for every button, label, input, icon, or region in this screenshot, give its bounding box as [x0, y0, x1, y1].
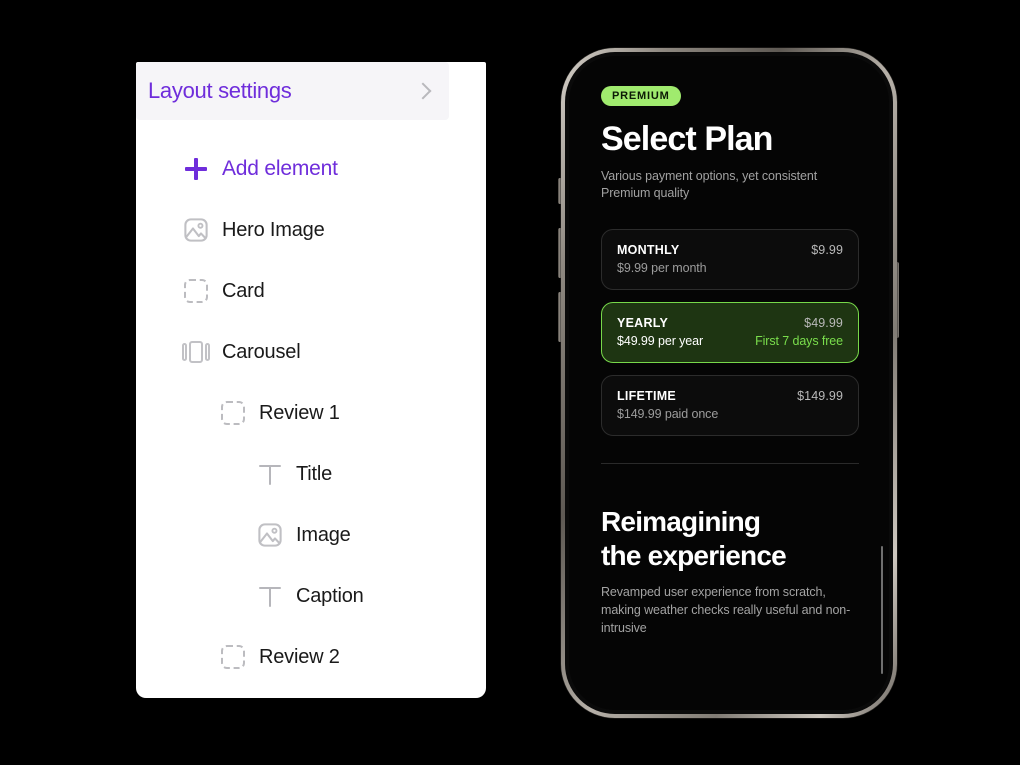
- feature-heading-line-2: the experience: [601, 540, 787, 572]
- plan-card-lifetime[interactable]: LIFETIME $149.99 $149.99 paid once: [601, 375, 859, 436]
- dashed-box-icon: [219, 399, 247, 427]
- dashed-box-icon: [182, 277, 210, 305]
- layer-label: Carousel: [222, 340, 301, 363]
- vertical-scrollbar[interactable]: [880, 546, 883, 674]
- plan-note: First 7 days free: [755, 334, 843, 348]
- page-subtitle: Various payment options, yet consistent …: [601, 169, 818, 200]
- phone-bezel: PREMIUM Select Plan Various payment opti…: [565, 52, 893, 714]
- text-icon: [256, 460, 284, 488]
- screenshot-stage: Layout settings Add element Hero Image C…: [0, 0, 1020, 765]
- plan-card-monthly[interactable]: MONTHLY $9.99 $9.99 per month: [601, 229, 859, 290]
- layer-label: Image: [296, 523, 351, 546]
- layer-item-hero-image[interactable]: Hero Image: [182, 205, 325, 255]
- plan-name: LIFETIME: [617, 389, 676, 403]
- phone-mockup: PREMIUM Select Plan Various payment opti…: [561, 48, 897, 718]
- page-title: Select Plan: [601, 120, 773, 158]
- feature-heading: Reimagining the experience: [601, 505, 859, 573]
- add-element-button[interactable]: Add element: [182, 144, 338, 194]
- layer-item-review-2[interactable]: Review 2: [219, 632, 340, 682]
- image-icon: [182, 216, 210, 244]
- plan-list: MONTHLY $9.99 $9.99 per month YEARLY $49…: [601, 229, 859, 436]
- layer-item-carousel[interactable]: Carousel: [182, 327, 301, 377]
- layer-item-caption[interactable]: Caption: [256, 571, 364, 621]
- layout-settings-row[interactable]: Layout settings: [136, 62, 449, 120]
- layer-label: Review 2: [259, 645, 340, 668]
- dashed-box-icon: [219, 643, 247, 671]
- layer-label: Caption: [296, 584, 364, 607]
- layout-settings-label: Layout settings: [148, 78, 292, 103]
- image-icon: [256, 521, 284, 549]
- plan-price: $149.99: [797, 389, 843, 403]
- plus-icon: [182, 155, 210, 183]
- plan-card-yearly[interactable]: YEARLY $49.99 $49.99 per year First 7 da…: [601, 302, 859, 363]
- plan-price: $49.99: [804, 316, 843, 330]
- layer-label: Hero Image: [222, 218, 325, 241]
- section-divider: [601, 463, 859, 464]
- chevron-right-icon: [414, 82, 432, 100]
- layer-label: Card: [222, 279, 265, 302]
- plan-name: YEARLY: [617, 316, 669, 330]
- plan-subtext: $149.99 paid once: [617, 407, 719, 421]
- phone-screen: PREMIUM Select Plan Various payment opti…: [569, 56, 889, 710]
- premium-badge: PREMIUM: [601, 86, 681, 106]
- layer-label: Title: [296, 462, 333, 485]
- carousel-icon: [182, 338, 210, 366]
- feature-heading-line-1: Reimagining: [601, 506, 761, 537]
- layer-item-title[interactable]: Title: [256, 449, 332, 499]
- layer-item-review-1[interactable]: Review 1: [219, 388, 340, 438]
- layers-panel: Layout settings Add element Hero Image C…: [136, 62, 486, 698]
- plan-price: $9.99: [811, 243, 843, 257]
- layer-item-card[interactable]: Card: [182, 266, 265, 316]
- plan-subtext: $9.99 per month: [617, 261, 707, 275]
- add-element-label: Add element: [222, 157, 338, 180]
- plan-name: MONTHLY: [617, 243, 680, 257]
- feature-body-text: Revamped user experience from scratch, m…: [601, 585, 851, 635]
- paywall-screen: PREMIUM Select Plan Various payment opti…: [569, 56, 889, 710]
- plan-subtext: $49.99 per year: [617, 334, 704, 348]
- text-icon: [256, 582, 284, 610]
- layer-item-image[interactable]: Image: [256, 510, 351, 560]
- layer-label: Review 1: [259, 401, 340, 424]
